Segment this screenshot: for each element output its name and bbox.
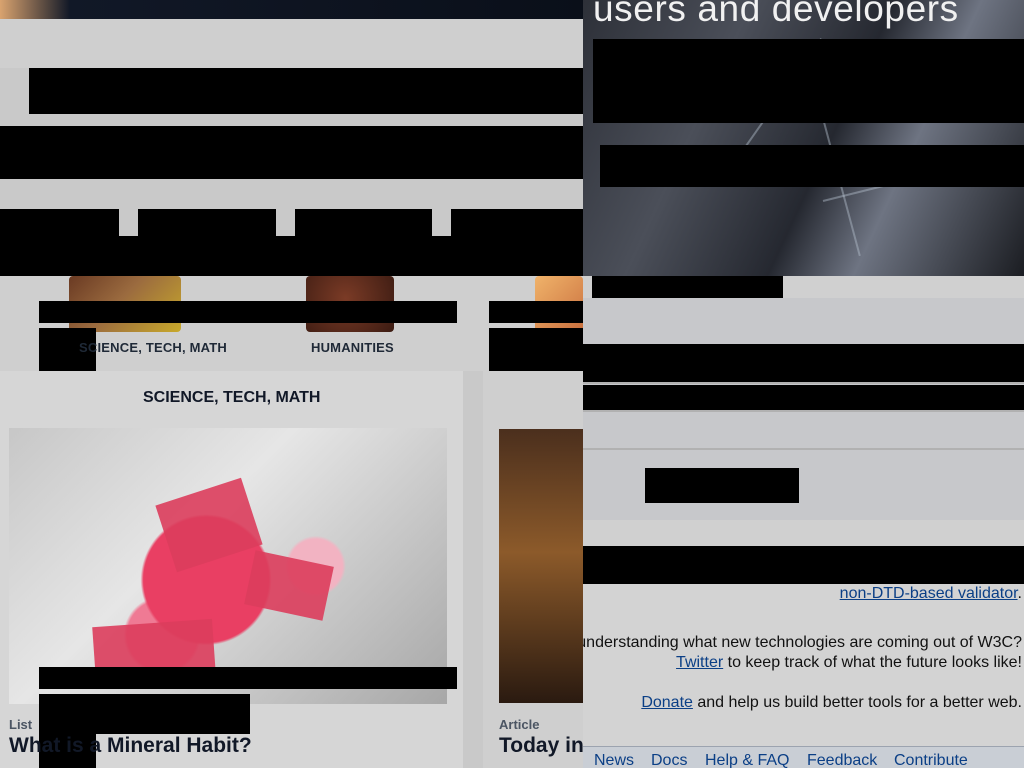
redaction-block	[29, 68, 583, 114]
validator-info-line: non-DTD-based validator.	[840, 585, 1022, 603]
donate-link[interactable]: Donate	[641, 694, 693, 711]
card-category-heading: SCIENCE, TECH, MATH	[143, 389, 321, 406]
redaction-block	[583, 344, 1024, 382]
donate-info-line: Donate and help us build better tools fo…	[641, 694, 1022, 712]
twitter-link[interactable]: Twitter	[676, 654, 723, 671]
right-w3c-panel: users and developers non-DTD-based valid…	[583, 0, 1024, 768]
twitter-info-suffix: to keep track of what the future looks l…	[723, 654, 1022, 671]
twitter-info-line: Twitter to keep track of what the future…	[676, 654, 1022, 672]
redaction-block	[593, 39, 1024, 123]
mineral-crystal-shape	[244, 550, 334, 621]
footer-navigation: News Docs Help & FAQ Feedback Contribute	[583, 746, 1024, 768]
footer-feedback-link[interactable]: Feedback	[807, 752, 877, 768]
redaction-block	[583, 385, 1024, 410]
mineral-crystal-shape	[155, 477, 263, 573]
redaction-block	[489, 301, 583, 323]
form-separator	[583, 448, 1024, 450]
footer-contribute-link[interactable]: Contribute	[894, 752, 968, 768]
mineral-photo[interactable]	[9, 428, 447, 704]
article-title[interactable]: What is a Mineral Habit?	[9, 734, 252, 758]
technology-question-line: understanding what new technologies are …	[583, 634, 1022, 651]
article-title[interactable]: Today in	[499, 734, 583, 758]
redaction-block	[39, 694, 250, 734]
redaction-block	[592, 276, 783, 298]
category-label-humanities[interactable]: HUMANITIES	[311, 340, 394, 355]
non-dtd-validator-link[interactable]: non-DTD-based validator	[840, 585, 1018, 602]
banner-title: users and developers	[593, 0, 959, 29]
donate-info-suffix: and help us build better tools for a bet…	[692, 694, 1022, 711]
second-content-image[interactable]	[499, 429, 583, 703]
hero-image-strip	[0, 0, 583, 19]
redaction-block	[0, 126, 583, 179]
content-kind-label: Article	[499, 717, 540, 732]
left-page-panel: SCIENCE, TECH, MATH HUMANITIES SCIENCE, …	[0, 0, 583, 768]
redaction-block	[0, 236, 583, 276]
redaction-block	[600, 145, 1024, 187]
redaction-block	[0, 19, 583, 68]
redaction-block	[39, 667, 457, 689]
validator-info-suffix: .	[1017, 585, 1022, 602]
content-kind-label: List	[9, 717, 33, 732]
footer-help-faq-link[interactable]: Help & FAQ	[705, 752, 789, 768]
footer-news-link[interactable]: News	[594, 752, 634, 768]
form-separator	[583, 382, 1024, 384]
redaction-block	[39, 301, 457, 323]
check-button-redacted[interactable]	[645, 468, 799, 503]
footer-docs-link[interactable]: Docs	[651, 752, 687, 768]
form-separator	[583, 410, 1024, 412]
redaction-block	[583, 546, 1024, 584]
category-label-science[interactable]: SCIENCE, TECH, MATH	[79, 340, 227, 355]
